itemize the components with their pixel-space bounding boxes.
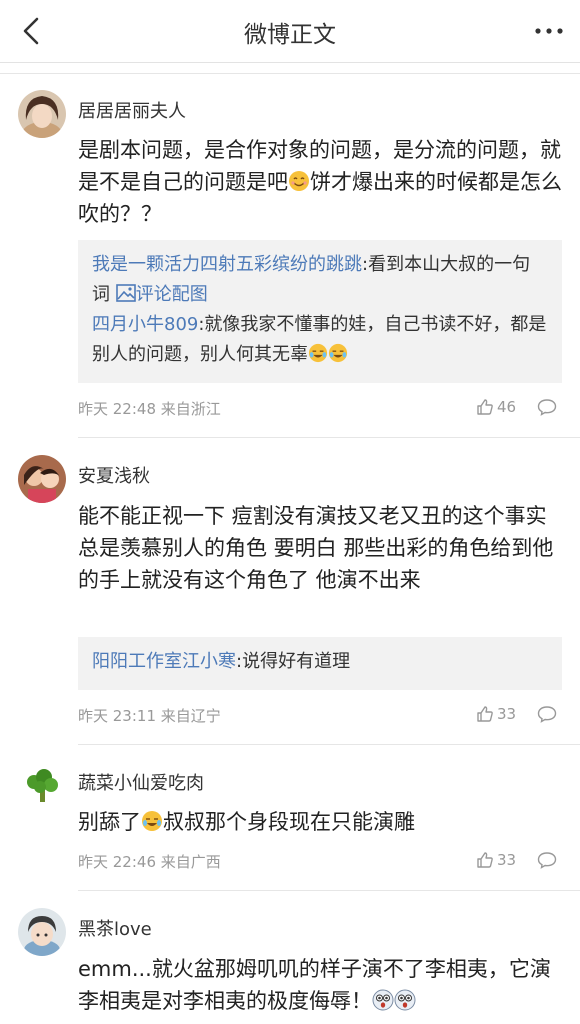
like-button[interactable]: 33 [476,705,516,723]
shocked-emoji-icon [394,989,416,1011]
reply-username[interactable]: 我是一颗活力四射五彩缤纷的跳跳 [92,254,362,275]
avatar[interactable] [18,762,66,810]
comment-image-link[interactable]: 评论配图 [136,284,208,305]
like-count: 33 [497,851,517,869]
laugh-cry-emoji-icon [308,343,328,363]
comment-meta: 昨天 22:48 来自浙江 [78,400,221,418]
laugh-cry-emoji-icon [142,811,162,831]
laugh-cry-emoji-icon [328,343,348,363]
comment-meta: 昨天 22:46 来自广西 [78,853,221,871]
comment-meta: 昨天 23:11 来自辽宁 [78,707,221,725]
comment-username[interactable]: 居居居丽夫人 [78,97,186,123]
reply-item: 四月小牛809:就像我家不懂事的娃，自己书读不好，都是别人的问题，别人何其无辜 [92,314,547,365]
thumbs-up-icon [477,852,493,868]
comment-icon[interactable] [537,398,557,416]
like-count: 46 [497,398,517,416]
reply-box[interactable]: 我是一颗活力四射五彩缤纷的跳跳:看到本山大叔的一句词 评论配图 四月小牛809:… [78,240,562,383]
like-count: 33 [497,705,517,723]
smile-emoji-icon [289,171,309,191]
comment-username[interactable]: 安夏浅秋 [78,462,150,488]
reply-username[interactable]: 阳阳工作室江小寒 [92,651,236,672]
comment-icon[interactable] [537,851,557,869]
comment-text: 是剧本问题，是合作对象的问题，是分流的问题，就是不是自己的问题是吧 饼才爆出来的时… [78,138,562,226]
image-icon[interactable] [115,284,136,302]
like-button[interactable]: 46 [476,398,516,416]
comment-text: emm...就火盆那姆叽叽的样子演不了李相夷，它演李相夷是对李相夷的极度侮辱！ [78,957,551,1013]
shocked-emoji-icon [372,989,394,1011]
thumbs-up-icon [477,399,493,415]
separator [78,437,580,438]
nav-bar: 微博正文 [0,0,580,63]
like-button[interactable]: 33 [476,851,516,869]
reply-item: 我是一颗活力四射五彩缤纷的跳跳:看到本山大叔的一句词 评论配图 [92,254,531,305]
page-title: 微博正文 [244,22,336,48]
reply-box[interactable]: 阳阳工作室江小寒:说得好有道理 [78,637,562,690]
reply-item: 阳阳工作室江小寒:说得好有道理 [92,651,351,672]
comment-text: 别舔了 叔叔那个身段现在只能演雕 [78,810,415,834]
separator [78,890,580,891]
reply-username[interactable]: 四月小牛809 [92,314,198,335]
avatar[interactable] [18,455,66,503]
avatar[interactable] [18,90,66,138]
separator [0,73,580,74]
comment-username[interactable]: 黑茶love [78,915,152,941]
separator [78,744,580,745]
comment-text: 能不能正视一下 痘割没有演技又老又丑的这个事实 总是羡慕别人的角色 要明白 那些… [78,504,554,592]
avatar[interactable] [18,908,66,956]
thumbs-up-icon [477,706,493,722]
more-dots-icon[interactable] [534,26,564,36]
comment-username[interactable]: 蔬菜小仙爱吃肉 [78,769,204,795]
comment-icon[interactable] [537,705,557,723]
